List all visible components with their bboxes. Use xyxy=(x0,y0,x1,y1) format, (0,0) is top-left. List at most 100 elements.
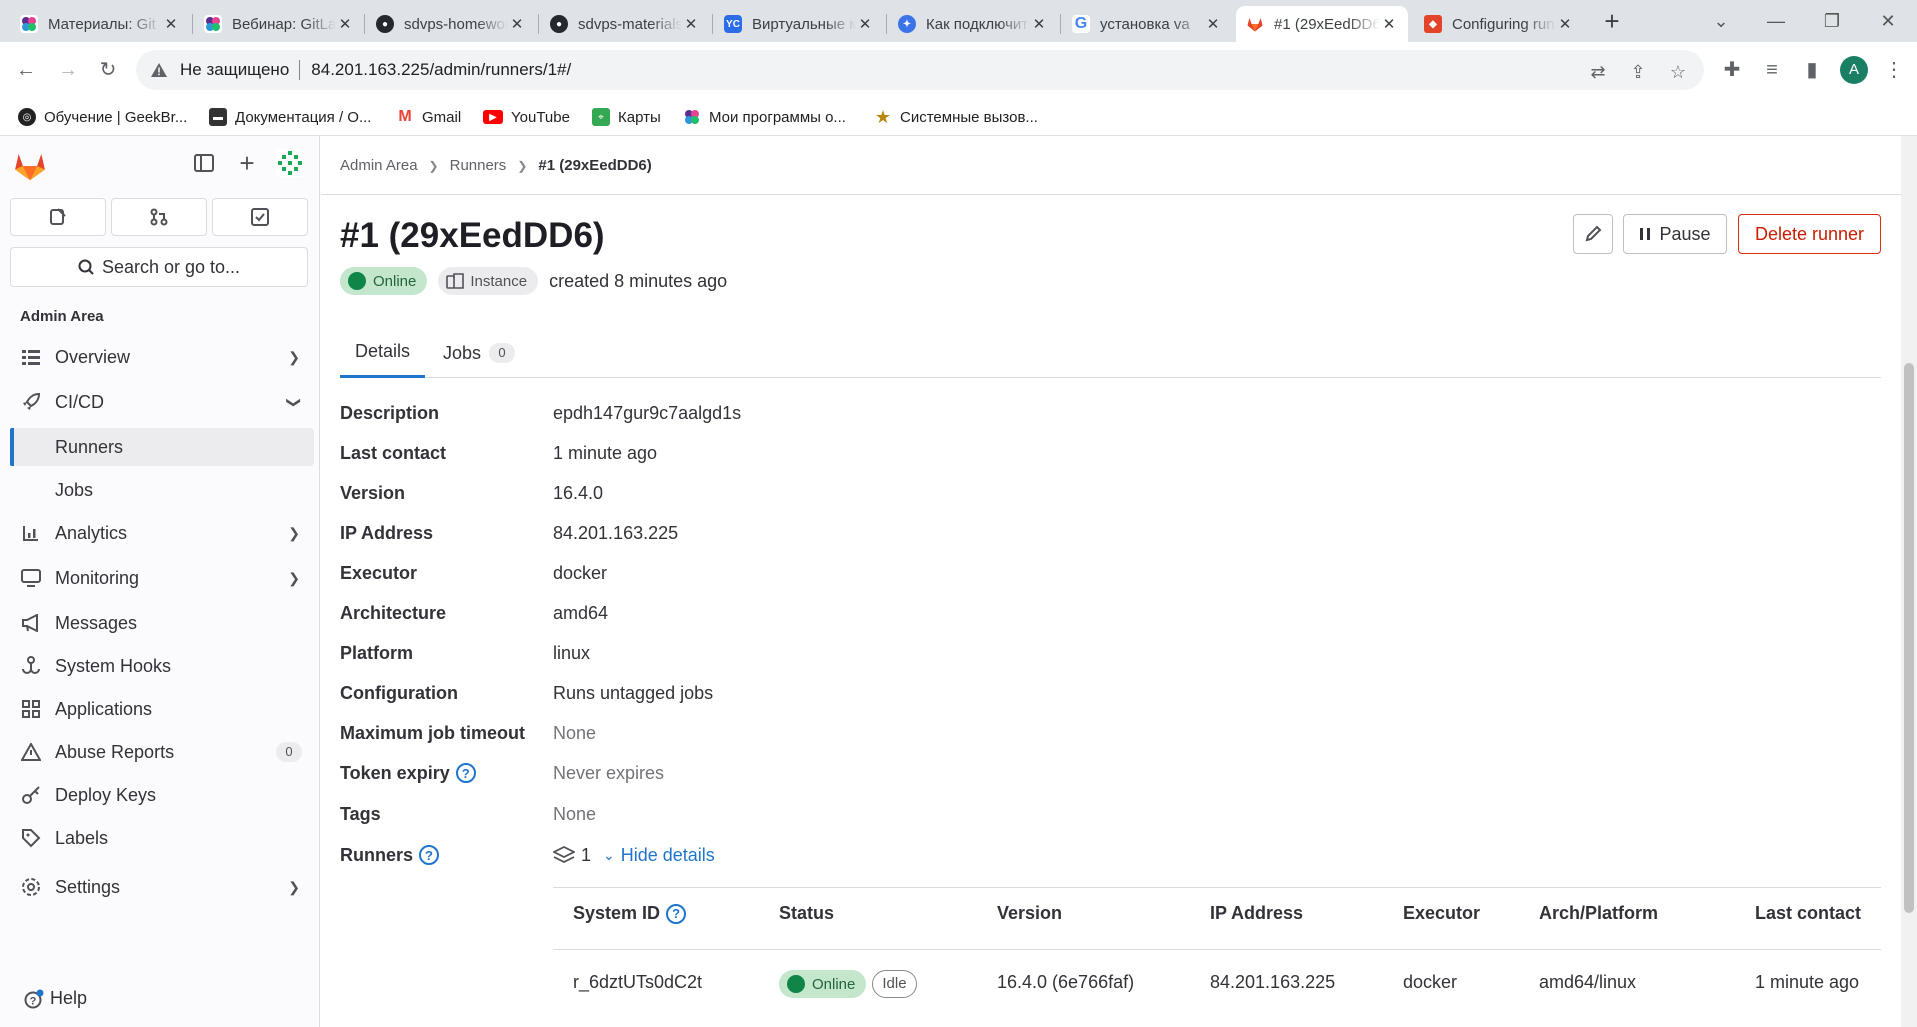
sidebar-item-labels[interactable]: Labels xyxy=(10,819,314,857)
bookmark-label: Карты xyxy=(618,108,661,126)
bookmark-item[interactable]: ◎ Обучение | GeekBr... xyxy=(18,106,187,128)
help-icon[interactable]: ? xyxy=(419,845,440,865)
tab-details[interactable]: Details xyxy=(340,328,426,378)
sidebar-item-applications[interactable]: Applications xyxy=(10,690,314,728)
runner-badges: Online Instance created 8 minutes ago xyxy=(340,267,727,295)
gitlab-logo-icon[interactable] xyxy=(12,148,48,184)
create-new-icon[interactable]: + xyxy=(232,148,262,178)
column-header: Executor xyxy=(1403,903,1481,923)
main-content: Admin Area ❯ Runners ❯ #1 (29xEedDD6) #1… xyxy=(321,136,1901,1027)
pause-button[interactable]: Pause xyxy=(1623,214,1727,254)
warning-icon[interactable] xyxy=(150,62,168,78)
status-cell: Online Idle xyxy=(779,970,917,998)
sidebar-item-system-hooks[interactable]: System Hooks xyxy=(10,647,314,685)
help-icon[interactable]: ? xyxy=(666,903,687,924)
close-icon[interactable]: ✕ xyxy=(1556,15,1574,33)
breadcrumb-runners[interactable]: Runners xyxy=(450,157,507,174)
close-icon[interactable]: ✕ xyxy=(162,15,180,33)
close-icon[interactable]: ✕ xyxy=(1030,15,1048,33)
chevron-right-icon: ❯ xyxy=(428,158,439,173)
browser-tab[interactable]: ● sdvps-materials ✕ xyxy=(540,6,710,42)
issues-count-button[interactable] xyxy=(10,198,106,236)
breadcrumb-admin-area[interactable]: Admin Area xyxy=(340,157,418,174)
sidebar-item-overview[interactable]: Overview ❯ xyxy=(10,338,314,376)
bookmark-item[interactable]: ⌖ Карты xyxy=(592,106,661,128)
browser-tab-active[interactable]: #1 (29xEedDD6) ✕ xyxy=(1236,6,1408,42)
edit-button[interactable] xyxy=(1573,214,1613,254)
close-icon[interactable]: ✕ xyxy=(682,15,700,33)
github-icon: ● xyxy=(550,15,568,33)
translate-icon[interactable]: ⇄ xyxy=(1586,60,1610,84)
user-avatar[interactable] xyxy=(275,148,305,178)
chevron-down-icon[interactable]: ⌄ xyxy=(603,847,615,864)
browser-tab[interactable]: ● sdvps-homework ✕ xyxy=(366,6,536,42)
sidebar-item-runners[interactable]: Runners xyxy=(10,428,314,466)
side-panel-icon[interactable]: ▮ xyxy=(1798,56,1826,84)
bookmark-item[interactable]: Мои программы о... xyxy=(683,106,846,128)
sidebar-toggle-icon[interactable] xyxy=(189,148,219,178)
key-icon xyxy=(20,784,42,806)
label-icon xyxy=(20,827,42,849)
breadcrumb-current[interactable]: #1 (29xEedDD6) xyxy=(538,157,651,174)
search-button[interactable]: Search or go to... xyxy=(10,247,308,287)
tab-jobs[interactable]: Jobs 0 xyxy=(428,328,530,378)
arch-cell: amd64/linux xyxy=(1539,972,1637,992)
sidebar-item-messages[interactable]: Messages xyxy=(10,604,314,642)
url-field[interactable]: Не защищено 84.201.163.225/admin/runners… xyxy=(136,50,1704,90)
browser-tab[interactable]: ✦ Как подключиться ✕ xyxy=(888,6,1058,42)
media-icon[interactable]: ≡ xyxy=(1758,56,1786,84)
extensions-icon[interactable]: ✚ xyxy=(1718,56,1746,84)
reload-icon[interactable]: ↻ xyxy=(92,54,124,86)
browser-tab[interactable]: YC Виртуальные машины ✕ xyxy=(714,6,884,42)
page-scrollbar[interactable] xyxy=(1901,136,1917,1027)
help-button[interactable]: ? Help xyxy=(24,988,87,1009)
bookmark-item[interactable]: ★ Системные вызов... xyxy=(874,106,1038,128)
help-icon[interactable]: ? xyxy=(455,763,476,783)
close-icon[interactable]: ✕ xyxy=(508,15,526,33)
close-window-icon[interactable]: ✕ xyxy=(1873,6,1903,36)
sidebar-item-monitoring[interactable]: Monitoring ❯ xyxy=(10,559,314,597)
browser-tab[interactable]: G установка va ✕ xyxy=(1062,6,1232,42)
close-icon[interactable]: ✕ xyxy=(1380,15,1398,33)
todos-count-button[interactable] xyxy=(212,198,308,236)
sidebar-item-jobs[interactable]: Jobs xyxy=(10,471,314,509)
url-text: 84.201.163.225/admin/runners/1#/ xyxy=(311,60,572,79)
browser-tab[interactable]: Материалы: Git ✕ xyxy=(10,6,190,42)
new-tab-button[interactable]: + xyxy=(1598,8,1626,36)
bookmark-item[interactable]: M Gmail xyxy=(396,106,461,128)
bookmark-label: Мои программы о... xyxy=(709,108,846,126)
share-icon[interactable]: ⇪ xyxy=(1626,60,1650,84)
browser-tab[interactable]: ◆ Configuring runners ✕ xyxy=(1414,6,1584,42)
forward-icon[interactable]: → xyxy=(52,54,84,86)
sidebar-item-deploy-keys[interactable]: Deploy Keys xyxy=(10,776,314,814)
close-icon[interactable]: ✕ xyxy=(1204,15,1222,33)
back-icon[interactable]: ← xyxy=(10,54,42,86)
tab-search-icon[interactable]: ⌄ xyxy=(1706,6,1736,36)
close-icon[interactable]: ✕ xyxy=(336,15,354,33)
sidebar-item-abuse-reports[interactable]: Abuse Reports 0 xyxy=(10,733,314,771)
status-badge: Online xyxy=(340,267,428,295)
scrollbar-thumb[interactable] xyxy=(1904,363,1914,913)
browser-tab[interactable]: Вебинар: GitLab ✕ xyxy=(194,6,364,42)
sidebar-item-analytics[interactable]: Analytics ❯ xyxy=(10,514,314,552)
tab-title: установка va xyxy=(1100,15,1190,33)
close-icon[interactable]: ✕ xyxy=(856,15,874,33)
sidebar-item-cicd[interactable]: CI/CD ❯ xyxy=(10,383,314,421)
menu-icon[interactable]: ⋮ xyxy=(1880,56,1908,84)
delete-runner-button[interactable]: Delete runner xyxy=(1738,214,1881,254)
sidebar-item-settings[interactable]: Settings ❯ xyxy=(10,868,314,906)
merge-requests-count-button[interactable] xyxy=(111,198,207,236)
bookmark-item[interactable]: ▬ Документация / О... xyxy=(209,106,371,128)
hide-details-link[interactable]: Hide details xyxy=(621,845,715,866)
profile-avatar[interactable]: A xyxy=(1840,56,1868,84)
runners-table: System ID? Status Version IP Address Exe… xyxy=(553,887,1881,998)
todo-check-icon xyxy=(251,208,269,226)
bookmark-label: Gmail xyxy=(422,108,462,126)
bookmark-star-icon[interactable]: ☆ xyxy=(1666,60,1690,84)
programs-icon xyxy=(683,108,701,126)
bookmark-item[interactable]: ▶ YouTube xyxy=(483,106,570,128)
restore-icon[interactable]: ❐ xyxy=(1817,6,1847,36)
bookmark-label: YouTube xyxy=(511,108,570,126)
tab-title: sdvps-materials xyxy=(578,15,682,33)
minimize-icon[interactable]: — xyxy=(1761,6,1791,36)
